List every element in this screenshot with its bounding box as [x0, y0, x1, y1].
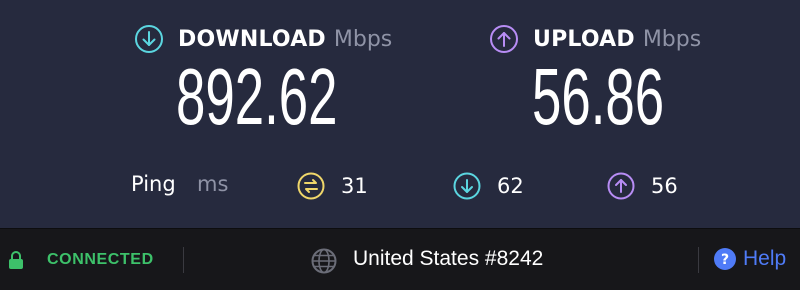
ping-download-value: 62 — [497, 174, 524, 198]
help-label: Help — [743, 247, 787, 270]
upload-label: UPLOAD — [533, 26, 635, 52]
server-name[interactable]: United States #8242 — [353, 247, 543, 271]
help-button[interactable]: ? Help — [713, 247, 786, 271]
ping-upload-value: 56 — [651, 174, 678, 198]
download-unit: Mbps — [333, 26, 393, 52]
help-circle-icon: ? — [714, 248, 736, 270]
ping-unit: ms — [197, 172, 229, 196]
status-bar: CONNECTED United States #8242 ? Help — [0, 228, 800, 290]
upload-unit: Mbps — [642, 26, 702, 52]
upload-value: 56.86 — [532, 52, 665, 141]
divider — [698, 247, 699, 273]
upload-header: UPLOAD Mbps — [489, 22, 701, 56]
arrow-up-circle-icon — [490, 25, 518, 53]
arrow-down-circle-icon — [135, 25, 163, 53]
arrow-down-circle-icon — [453, 172, 481, 200]
download-label: DOWNLOAD — [178, 26, 326, 52]
ping-row: Ping ms 31 62 56 — [0, 170, 800, 204]
download-header: DOWNLOAD Mbps — [134, 22, 392, 56]
ping-label: Ping — [131, 172, 176, 196]
ping-idle-icon — [297, 172, 325, 200]
ping-idle-value: 31 — [341, 174, 368, 198]
speed-test-results: DOWNLOAD Mbps 892.62 UPLOAD Mbps 56.86 P… — [0, 0, 800, 228]
ping-download: 62 — [453, 170, 524, 202]
ping-upload: 56 — [607, 170, 678, 202]
svg-text:?: ? — [721, 252, 729, 268]
connection-status: CONNECTED — [47, 251, 154, 268]
download-value: 892.62 — [176, 52, 338, 141]
divider — [183, 247, 184, 273]
arrow-up-circle-icon — [607, 172, 635, 200]
ping-idle: 31 — [297, 170, 368, 202]
lock-icon — [9, 251, 23, 269]
globe-icon — [311, 248, 337, 274]
